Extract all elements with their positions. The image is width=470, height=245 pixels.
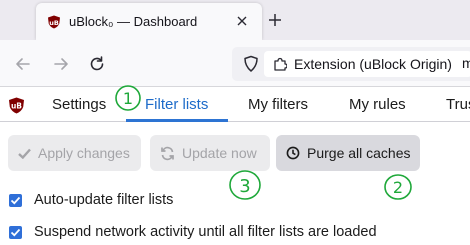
annotation-3-marker: 3: [229, 170, 261, 200]
dashboard-tab-bar: uB Settings Filter lists My filters My r…: [0, 87, 470, 122]
auto-update-label: Auto-update filter lists: [34, 192, 174, 208]
browser-tab[interactable]: uB uBlock₀ — Dashboard: [36, 3, 262, 40]
forward-arrow-icon[interactable]: [50, 53, 72, 75]
site-identity-box[interactable]: Extension (uBlock Origin): [264, 51, 470, 77]
annotation-3-text: 3: [239, 176, 250, 197]
annotation-2-text: 2: [393, 178, 403, 197]
auto-update-option: Auto-update filter lists: [9, 190, 173, 210]
checkmark-icon: [18, 148, 31, 159]
tab-my-rules[interactable]: My rules: [349, 96, 406, 113]
apply-changes-button[interactable]: Apply changes: [8, 135, 141, 171]
ublock-logo-icon: uB: [9, 97, 24, 114]
new-tab-icon[interactable]: [265, 10, 285, 30]
purge-all-caches-button[interactable]: Purge all caches: [276, 135, 420, 171]
tab-title: uBlock₀ — Dashboard: [69, 14, 198, 29]
reload-icon[interactable]: [86, 53, 108, 75]
tracking-protection-shield-icon[interactable]: [242, 55, 260, 73]
tab-trusted-sites[interactable]: Trus: [446, 96, 470, 113]
url-text[interactable]: m: [462, 55, 470, 71]
purge-all-caches-label: Purge all caches: [307, 145, 411, 161]
update-now-button[interactable]: Update now: [150, 135, 270, 171]
svg-text:uB: uB: [49, 19, 59, 27]
close-tab-icon[interactable]: [234, 13, 250, 29]
tab-strip: uB uBlock₀ — Dashboard: [0, 0, 470, 40]
update-now-label: Update now: [182, 145, 257, 161]
url-bar[interactable]: Extension (uBlock Origin): [232, 47, 470, 81]
annotation-2-marker: 2: [384, 174, 412, 200]
suspend-network-checkbox[interactable]: [9, 225, 22, 239]
back-arrow-icon[interactable]: [12, 53, 34, 75]
extension-puzzle-icon: [274, 57, 287, 71]
tab-my-filters[interactable]: My filters: [248, 96, 308, 113]
sync-icon: [161, 146, 174, 160]
suspend-network-label: Suspend network activity until all filte…: [34, 224, 377, 240]
apply-changes-label: Apply changes: [38, 145, 130, 161]
auto-update-checkbox[interactable]: [9, 193, 22, 207]
tab-filter-lists[interactable]: Filter lists: [145, 96, 208, 113]
tab-settings[interactable]: Settings: [52, 96, 106, 113]
svg-text:uB: uB: [11, 102, 22, 111]
checkmark-icon: [10, 228, 21, 236]
ublock-favicon-icon: uB: [48, 15, 60, 29]
navigation-toolbar: Extension (uBlock Origin) m: [0, 40, 470, 87]
suspend-network-option: Suspend network activity until all filte…: [9, 222, 377, 242]
active-tab-indicator: [126, 119, 228, 122]
clock-icon: [286, 146, 300, 160]
checkmark-icon: [10, 196, 21, 204]
identity-label: Extension (uBlock Origin): [294, 56, 452, 72]
